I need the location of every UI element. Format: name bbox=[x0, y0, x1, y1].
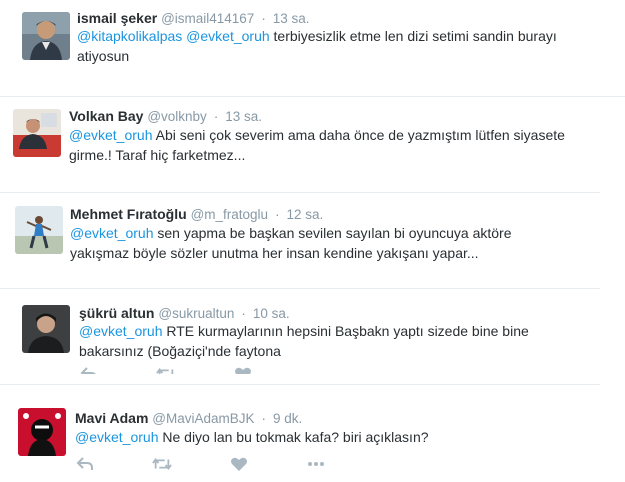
timestamp[interactable]: 13 sa. bbox=[273, 11, 310, 26]
separator-dot: · bbox=[261, 10, 266, 26]
text-span: Ne diyo lan bu tokmak kafa? biri açıklas… bbox=[158, 429, 429, 445]
timestamp[interactable]: 12 sa. bbox=[287, 207, 324, 222]
tweet-text: @evket_oruh sen yapma be başkan sevilen … bbox=[70, 223, 511, 263]
tweet-text-line: bakarsınız (Boğaziçi'nde faytona bbox=[79, 341, 529, 361]
mention-link[interactable]: @evket_oruh bbox=[75, 429, 158, 445]
mention-link[interactable]: @evket_oruh bbox=[69, 127, 152, 143]
tweet-text-line: @evket_oruh sen yapma be başkan sevilen … bbox=[70, 223, 511, 243]
author-handle[interactable]: @m_fratoglu bbox=[191, 207, 269, 222]
tweet-actions bbox=[75, 456, 383, 472]
tweet-divider bbox=[0, 384, 600, 385]
avatar[interactable] bbox=[13, 109, 61, 157]
text-span: terbiyesizlik etme len dizi setimi sandi… bbox=[269, 28, 557, 44]
text-span: Abi seni çok severim ama daha önce de ya… bbox=[152, 127, 565, 143]
tweet-text-line: @kitapkolikalpas @evket_oruh terbiyesizl… bbox=[77, 26, 557, 46]
author-name[interactable]: Mehmet Fıratoğlu bbox=[70, 206, 187, 222]
retweet-icon[interactable] bbox=[152, 456, 172, 472]
separator-dot: · bbox=[241, 305, 246, 321]
author-handle[interactable]: @ismail414167 bbox=[161, 11, 254, 26]
reply-icon[interactable] bbox=[79, 366, 99, 374]
like-icon[interactable] bbox=[233, 366, 253, 374]
tweet-text-line: @evket_oruh RTE kurmaylarının hepsini Ba… bbox=[79, 321, 529, 341]
tweet-actions-clipped bbox=[79, 366, 399, 374]
author-name[interactable]: şükrü altun bbox=[79, 305, 154, 321]
tweet-text-line: @evket_oruh Ne diyo lan bu tokmak kafa? … bbox=[75, 427, 429, 447]
tweet-text: @evket_oruh RTE kurmaylarının hepsini Ba… bbox=[79, 321, 529, 361]
text-span: atiyosun bbox=[77, 48, 130, 64]
separator-dot: · bbox=[261, 410, 267, 426]
tweet-text-line: @evket_oruh Abi seni çok severim ama dah… bbox=[69, 125, 565, 145]
tweet-text: @kitapkolikalpas @evket_oruh terbiyesizl… bbox=[77, 26, 557, 66]
tweet-text-line: yakışmaz böyle sözler unutma her insan k… bbox=[70, 243, 511, 263]
tweet-text: @evket_oruh Abi seni çok severim ama dah… bbox=[69, 125, 565, 165]
mention-link[interactable]: @evket_oruh bbox=[186, 28, 269, 44]
retweet-icon[interactable] bbox=[156, 366, 176, 374]
mention-link[interactable]: @evket_oruh bbox=[79, 323, 162, 339]
text-span: sen yapma be başkan sevilen sayılan bi o… bbox=[153, 225, 512, 241]
tweet-divider bbox=[0, 288, 600, 289]
like-icon[interactable] bbox=[229, 456, 249, 472]
tweet-text-line: girme.! Taraf hiç farketmez... bbox=[69, 145, 565, 165]
more-icon[interactable] bbox=[306, 456, 326, 472]
author-name[interactable]: Volkan Bay bbox=[69, 108, 143, 124]
reply-icon[interactable] bbox=[75, 456, 95, 472]
avatar[interactable] bbox=[22, 12, 70, 60]
separator-dot: · bbox=[213, 108, 219, 124]
text-span: RTE kurmaylarının hepsini Başbakn yaptı … bbox=[162, 323, 529, 339]
avatar[interactable] bbox=[18, 408, 66, 456]
avatar[interactable] bbox=[15, 206, 63, 254]
text-span: bakarsınız (Boğaziçi'nde faytona bbox=[79, 343, 281, 359]
author-handle[interactable]: @sukrualtun bbox=[158, 306, 234, 321]
author-name[interactable]: ismail şeker bbox=[77, 10, 157, 26]
tweet-divider bbox=[0, 192, 600, 193]
author-handle[interactable]: @MaviAdamBJK bbox=[152, 411, 254, 426]
tweet-text: @evket_oruh Ne diyo lan bu tokmak kafa? … bbox=[75, 427, 429, 447]
text-span: yakışmaz böyle sözler unutma her insan k… bbox=[70, 245, 479, 261]
text-span: girme.! Taraf hiç farketmez... bbox=[69, 147, 246, 163]
tweet-divider bbox=[0, 96, 625, 97]
mention-link[interactable]: @kitapkolikalpas bbox=[77, 28, 182, 44]
tweet-text-line: atiyosun bbox=[77, 46, 557, 66]
mention-link[interactable]: @evket_oruh bbox=[70, 225, 153, 241]
timestamp[interactable]: 13 sa. bbox=[225, 109, 262, 124]
timestamp[interactable]: 10 sa. bbox=[253, 306, 290, 321]
avatar[interactable] bbox=[22, 305, 70, 353]
author-name[interactable]: Mavi Adam bbox=[75, 410, 148, 426]
separator-dot: · bbox=[274, 206, 280, 222]
author-handle[interactable]: @volknby bbox=[147, 109, 206, 124]
timestamp[interactable]: 9 dk. bbox=[273, 411, 302, 426]
